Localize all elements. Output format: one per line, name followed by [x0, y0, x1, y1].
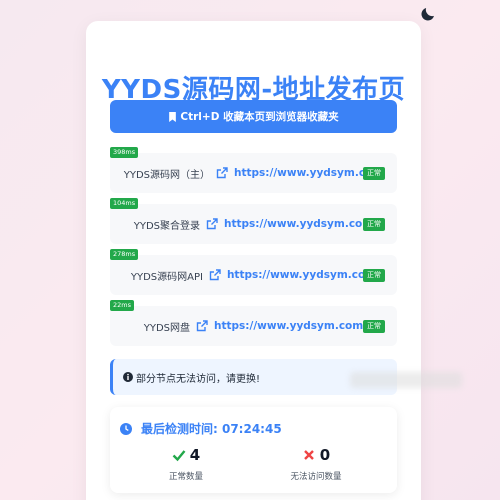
last-check-time: 最后检测时间: 07:24:45: [141, 422, 282, 436]
external-link-icon[interactable]: [196, 320, 208, 332]
fail-label: 无法访问数量: [290, 472, 342, 482]
node-url-link[interactable]: https://www.yydsym.com: [224, 218, 373, 230]
main-card: YYDS源码网-地址发布页 Ctrl+D 收藏本页到浏览器收藏夹 398ms Y…: [86, 21, 421, 500]
watermark: [350, 372, 462, 388]
moon-icon[interactable]: [419, 5, 437, 23]
ok-stat: 4 正常数量: [126, 446, 246, 482]
external-link-icon[interactable]: [216, 167, 228, 179]
clock-icon: [120, 422, 132, 435]
fail-count: 0: [319, 446, 331, 464]
latency-badge: 398ms: [110, 147, 139, 158]
check-icon: [172, 450, 186, 462]
latency-badge: 104ms: [110, 198, 139, 209]
node-item: 398ms YYDS源码网（主） https://www.yydsym.com …: [110, 147, 397, 193]
notice-text: 部分节点无法访问，请更换!: [136, 373, 261, 385]
fail-stat: 0 无法访问数量: [256, 446, 376, 482]
bookmark-icon: [169, 111, 177, 122]
node-url-link[interactable]: https://www.yydsym.com: [227, 269, 376, 281]
node-item: 104ms YYDS聚合登录 https://www.yydsym.com 正常: [110, 198, 397, 244]
node-url-link[interactable]: https://www.yydsym.com: [214, 320, 363, 332]
latency-badge: 278ms: [110, 249, 139, 260]
ok-count: 4: [189, 446, 201, 464]
status-badge: 正常: [363, 218, 385, 231]
info-icon: [123, 372, 133, 382]
external-link-icon[interactable]: [209, 269, 221, 281]
latency-badge: 22ms: [110, 300, 134, 311]
node-name: YYDS源码网（主）: [123, 169, 211, 181]
status-badge: 正常: [363, 167, 385, 180]
status-badge: 正常: [363, 269, 385, 282]
bookmark-button[interactable]: Ctrl+D 收藏本页到浏览器收藏夹: [110, 100, 397, 133]
ok-label: 正常数量: [168, 472, 203, 482]
node-name: YYDS聚合登录: [133, 220, 201, 232]
external-link-icon[interactable]: [206, 218, 218, 230]
node-name: YYDS网盘: [143, 322, 191, 334]
node-item: 278ms YYDS源码网API https://www.yydsym.com …: [110, 249, 397, 295]
node-item: 22ms YYDS网盘 https://www.yydsym.com 正常: [110, 300, 397, 346]
node-name: YYDS源码网API: [130, 271, 203, 283]
cross-icon: [303, 450, 314, 460]
stats-panel: 最后检测时间: 07:24:45 4 正常数量 0 无法访问数量: [110, 407, 397, 493]
bookmark-label: Ctrl+D 收藏本页到浏览器收藏夹: [180, 111, 339, 123]
last-check-row: 最后检测时间: 07:24:45: [120, 420, 282, 437]
node-url-link[interactable]: https://www.yydsym.com: [234, 167, 383, 179]
status-badge: 正常: [363, 320, 385, 333]
